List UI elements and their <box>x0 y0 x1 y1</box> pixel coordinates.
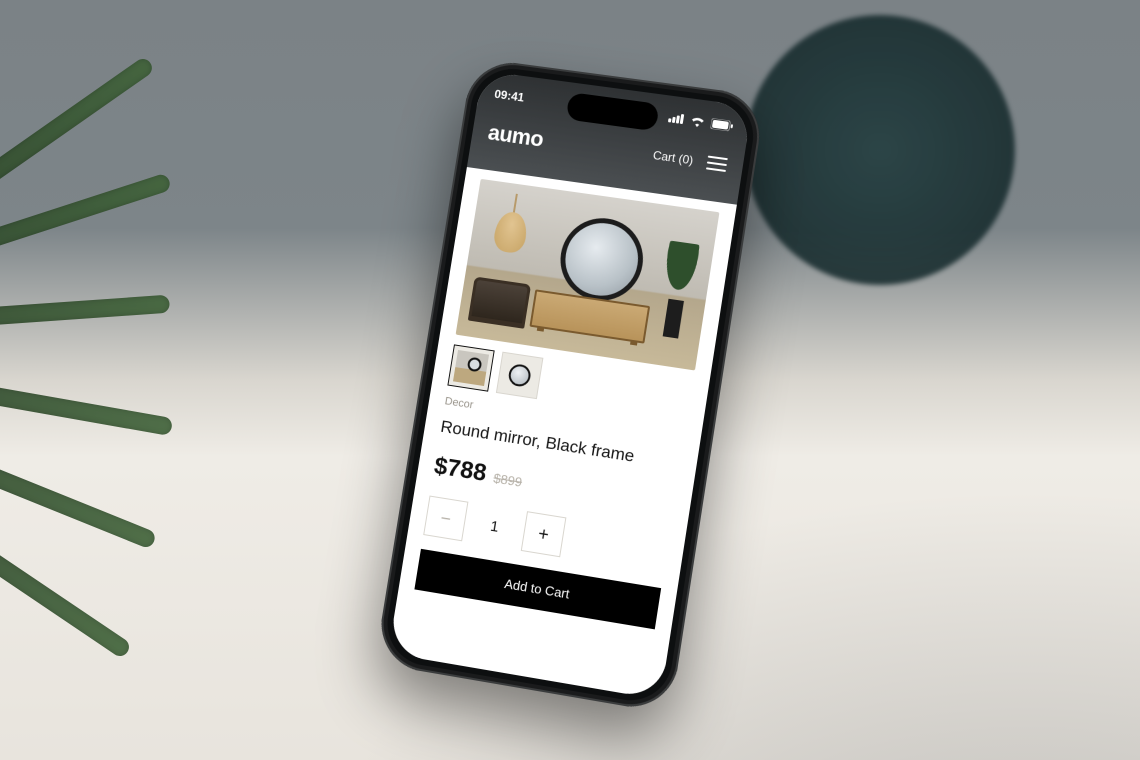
product-price: $788 <box>432 452 488 488</box>
cart-link[interactable]: Cart (0) <box>652 148 694 167</box>
image-mirror <box>554 213 648 306</box>
product-main-image[interactable] <box>456 179 720 371</box>
quantity-decrease-button[interactable]: − <box>423 496 468 542</box>
image-plant <box>651 240 704 340</box>
product-compare-price: $899 <box>492 471 523 490</box>
quantity-value: 1 <box>472 503 517 549</box>
thumbnail-1[interactable] <box>447 344 494 391</box>
brand-logo[interactable]: aumo <box>486 120 545 153</box>
image-lamp <box>487 191 536 265</box>
menu-icon[interactable] <box>706 156 728 172</box>
image-chair <box>468 277 532 329</box>
status-time: 09:41 <box>493 87 525 105</box>
image-console <box>530 289 651 344</box>
status-icons <box>668 112 734 131</box>
quantity-increase-button[interactable]: + <box>521 511 567 557</box>
battery-icon <box>710 118 733 132</box>
wifi-icon <box>690 115 706 128</box>
background-plant <box>0 120 280 640</box>
cellular-icon <box>668 112 685 124</box>
thumbnail-2[interactable] <box>496 352 544 400</box>
